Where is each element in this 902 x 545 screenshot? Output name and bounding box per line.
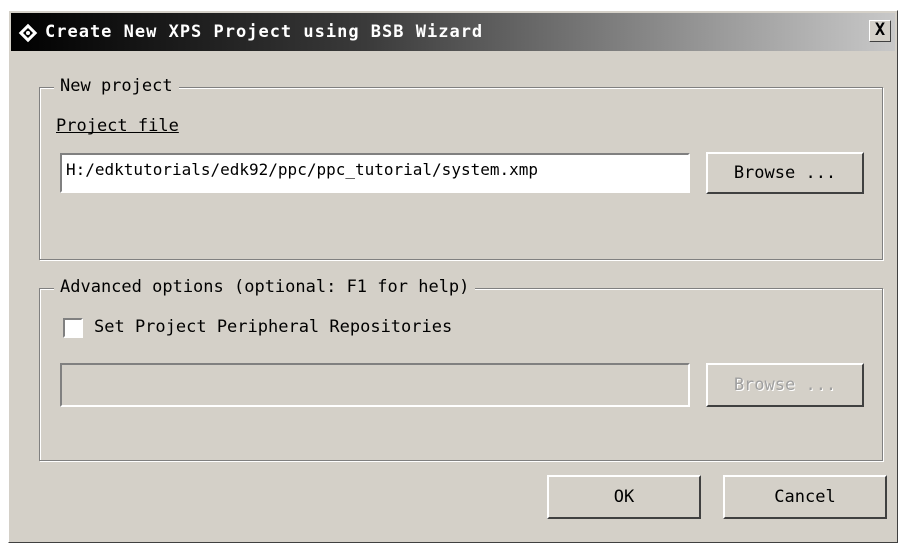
advanced-options-group: Advanced options (optional: F1 for help)… xyxy=(39,277,883,461)
new-project-group: New project Project file H:/edktutorials… xyxy=(39,76,883,260)
ok-button[interactable]: OK xyxy=(547,475,701,519)
peripheral-repositories-checkbox[interactable] xyxy=(63,318,83,338)
browse-project-button[interactable]: Browse ... xyxy=(706,152,864,194)
project-file-value: H:/edktutorials/edk92/ppc/ppc_tutorial/s… xyxy=(66,160,539,179)
ok-label: OK xyxy=(613,487,635,507)
xps-diamond-icon xyxy=(17,22,39,44)
window-title: Create New XPS Project using BSB Wizard xyxy=(45,22,484,42)
browse-repository-label: Browse ... xyxy=(733,375,837,395)
close-button[interactable]: X xyxy=(869,20,891,42)
browse-project-label: Browse ... xyxy=(733,163,837,183)
bsb-wizard-dialog: Create New XPS Project using BSB Wizard … xyxy=(8,10,898,543)
project-file-label: Project file xyxy=(56,116,179,136)
new-project-legend: New project xyxy=(54,76,179,96)
project-file-input[interactable]: H:/edktutorials/edk92/ppc/ppc_tutorial/s… xyxy=(60,153,690,193)
title-bar[interactable]: Create New XPS Project using BSB Wizard … xyxy=(11,13,895,51)
cancel-button[interactable]: Cancel xyxy=(723,475,887,519)
close-icon: X xyxy=(874,20,886,40)
peripheral-repositories-label[interactable]: Set Project Peripheral Repositories xyxy=(94,317,452,337)
browse-repository-button[interactable]: Browse ... xyxy=(706,363,864,407)
advanced-options-legend: Advanced options (optional: F1 for help) xyxy=(54,277,476,297)
repository-path-input[interactable] xyxy=(60,363,690,407)
cancel-label: Cancel xyxy=(774,487,836,507)
